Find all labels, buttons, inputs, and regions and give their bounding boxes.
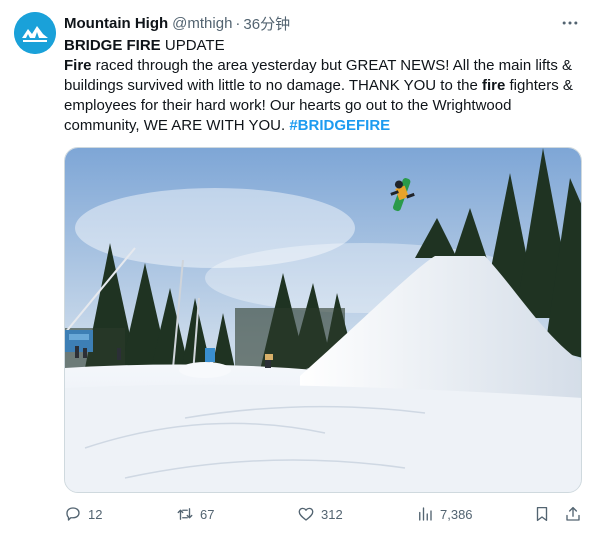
share-button[interactable] [564, 503, 582, 525]
views-chart-icon [419, 507, 432, 521]
tweet-text: BRIDGE FIRE UPDATE Fire raced through the… [64, 36, 584, 136]
views-count: 7,386 [440, 506, 473, 522]
bookmark-button[interactable] [533, 503, 551, 525]
timestamp[interactable]: 36分钟 [243, 13, 290, 34]
tweet-text-bold: BRIDGE FIRE [64, 37, 161, 54]
tweet-text-bold: fire [482, 77, 506, 94]
tweet-header: Mountain High @mthigh · 36分钟 [64, 13, 586, 33]
share-icon [566, 506, 580, 521]
tweet-text-segment: UPDATE [160, 37, 225, 54]
display-name[interactable]: Mountain High [64, 15, 168, 32]
like-button[interactable]: 312 [297, 503, 343, 525]
mountain-high-logo-icon [14, 12, 56, 54]
reply-button[interactable]: 12 [64, 503, 102, 525]
tweet-media[interactable] [64, 147, 582, 493]
tweet[interactable]: Mountain High @mthigh · 36分钟 BRIDGE FIRE… [0, 0, 598, 537]
snowboard-jump-photo [65, 148, 581, 492]
tweet-text-bold: Fire [64, 57, 92, 74]
more-dots-icon [562, 21, 578, 25]
retweet-button[interactable]: 67 [176, 503, 214, 525]
bookmark-icon [536, 506, 548, 522]
separator-dot: · [235, 14, 241, 32]
reply-icon [66, 507, 80, 521]
action-bar: 12 67 312 7,386 [64, 503, 584, 525]
more-options-button[interactable] [558, 13, 582, 33]
reply-count: 12 [88, 506, 103, 522]
avatar[interactable] [14, 12, 56, 54]
like-count: 312 [321, 506, 343, 522]
hashtag-link[interactable]: #BRIDGEFIRE [289, 117, 390, 134]
user-handle[interactable]: @mthigh [172, 15, 232, 32]
heart-icon [298, 507, 314, 521]
retweet-count: 67 [200, 506, 215, 522]
views-button[interactable]: 7,386 [416, 503, 473, 525]
retweet-icon [177, 508, 193, 520]
